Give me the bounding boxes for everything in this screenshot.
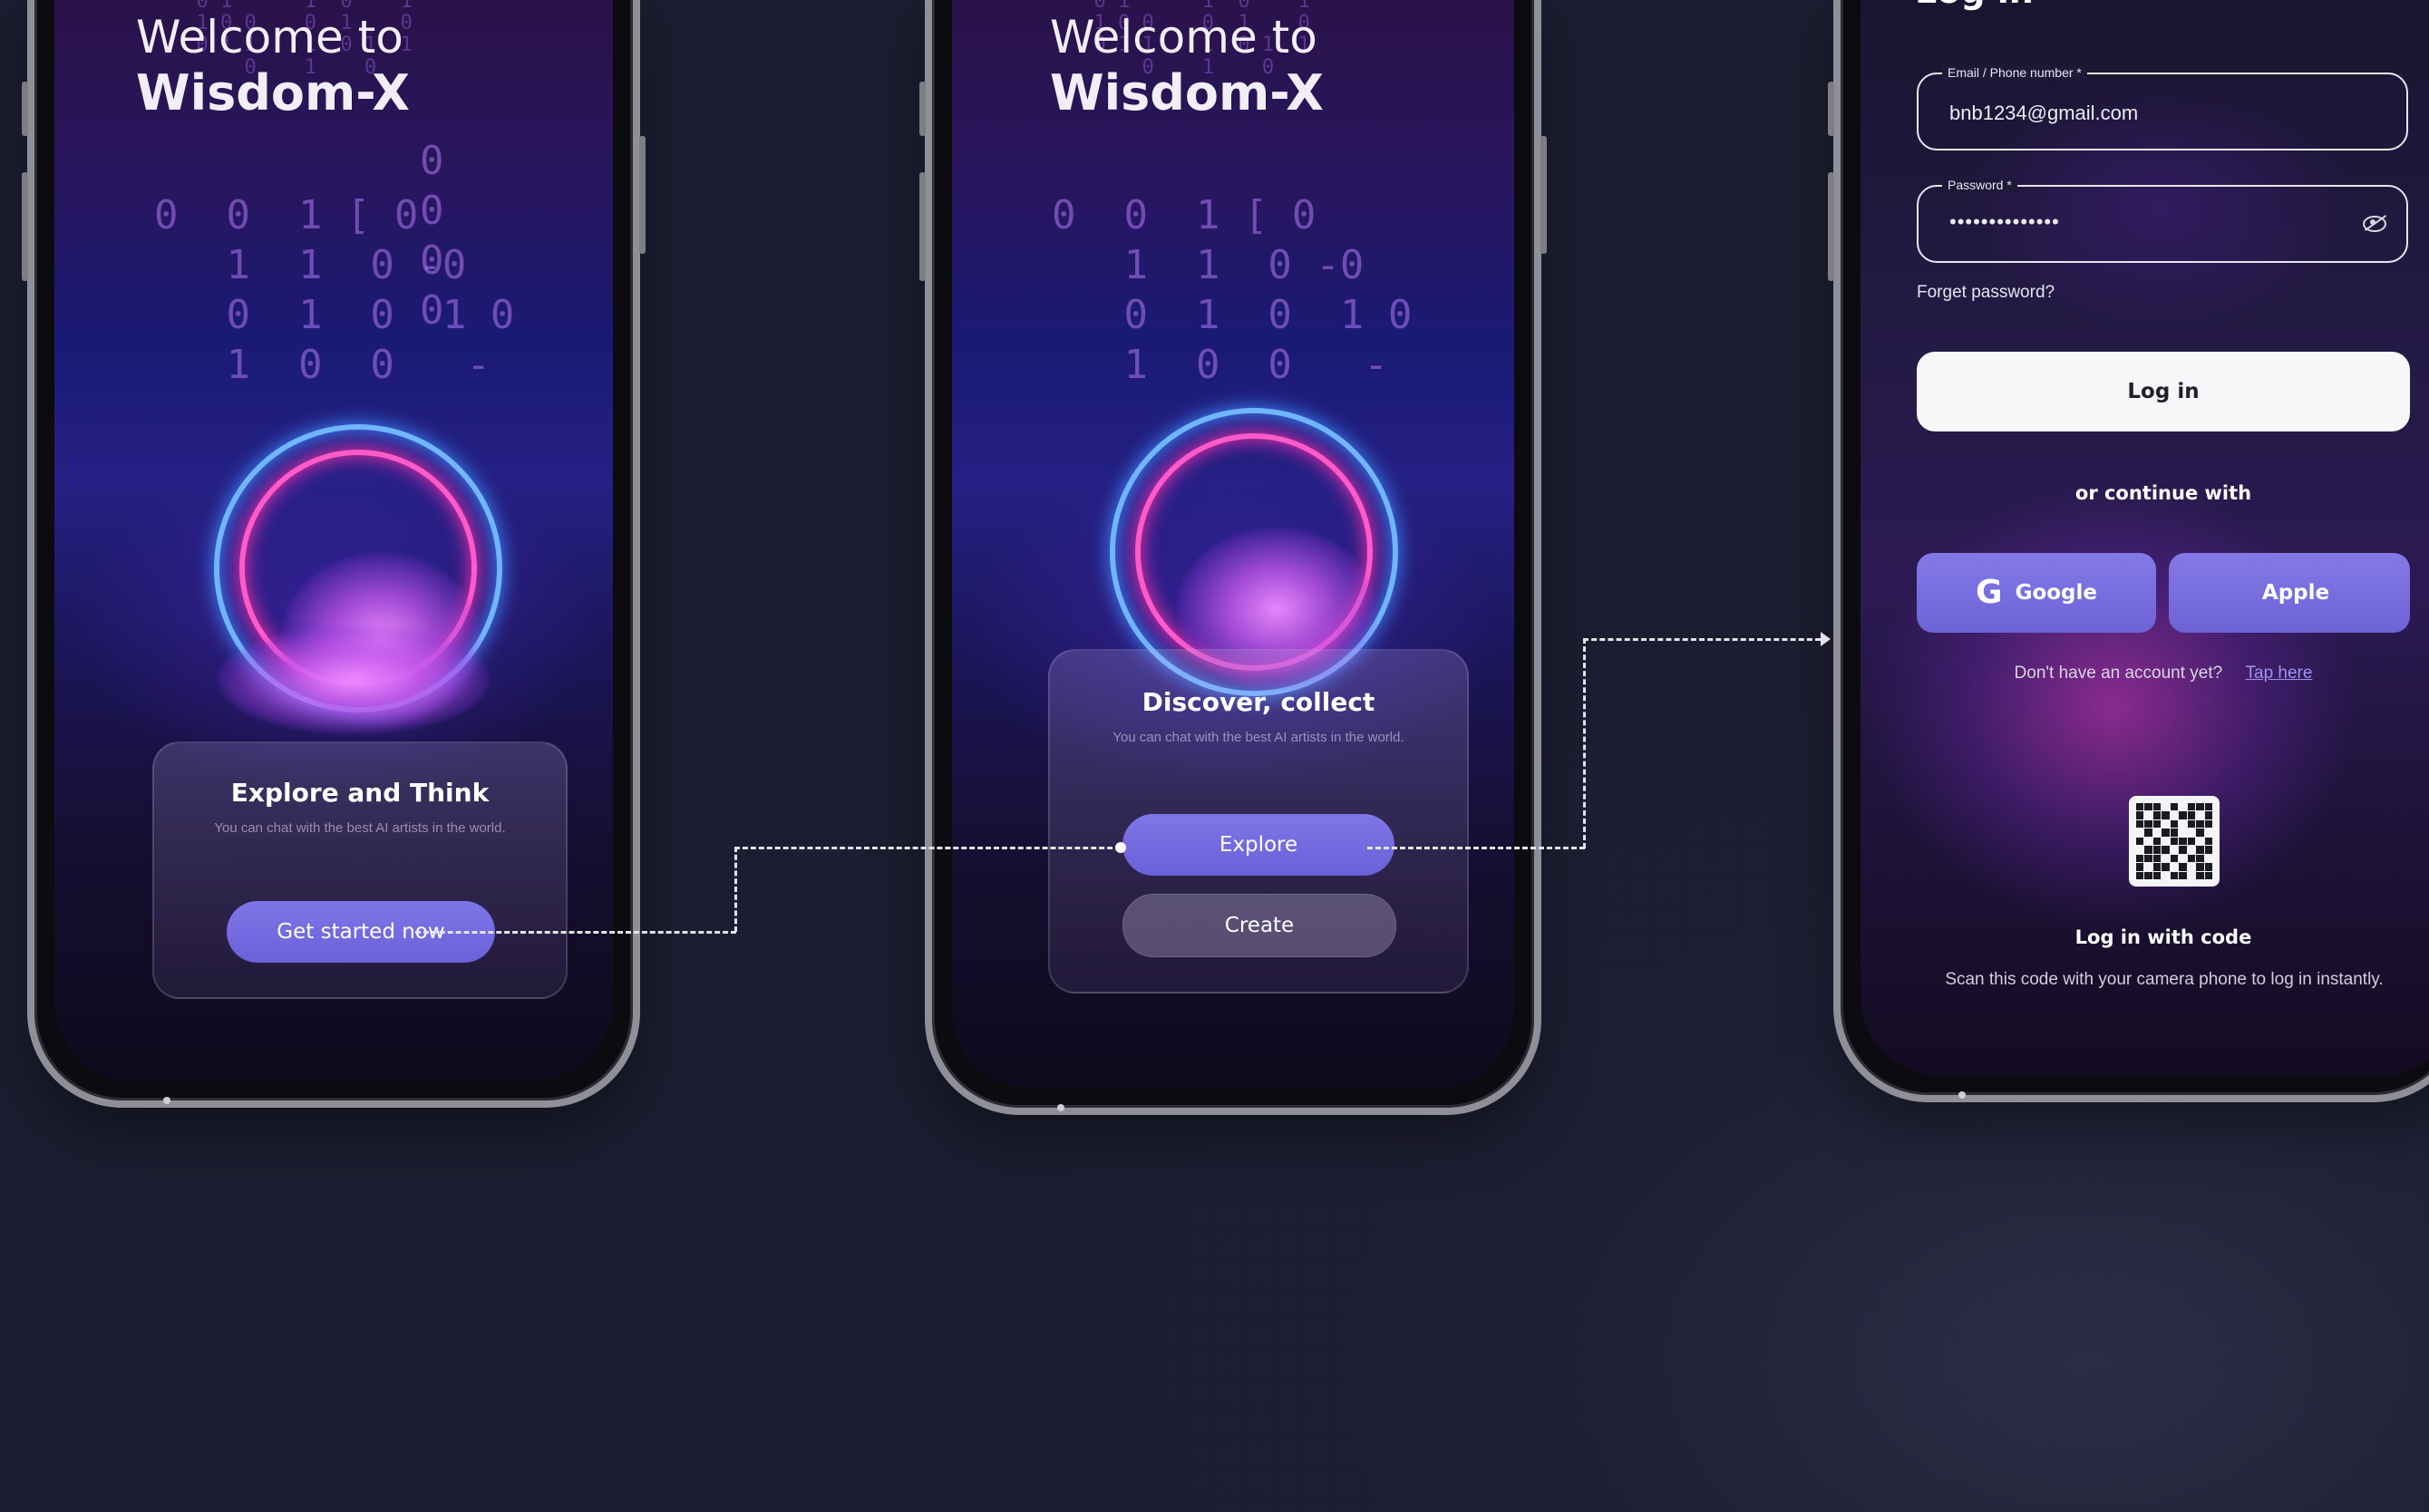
card-subtitle: You can chat with the best AI artists in… xyxy=(214,820,506,836)
login-with-code-title: Log in with code xyxy=(2074,926,2252,948)
explore-button[interactable]: Explore xyxy=(1122,814,1394,876)
email-field[interactable]: Email / Phone number * bnb1234@gmail.com xyxy=(1917,65,2408,150)
side-button xyxy=(919,82,926,136)
welcome-heading: Welcome to Wisdom-X xyxy=(1050,11,1324,122)
neon-portal-illustration xyxy=(199,417,508,734)
forgot-password-link[interactable]: Forget password? xyxy=(1917,283,2055,303)
connector-arrow-icon xyxy=(1821,632,1831,646)
side-button xyxy=(1828,82,1834,136)
email-value: bnb1234@gmail.com xyxy=(1949,102,2139,124)
phone-frame-login: Log in Email / Phone number * bnb1234@gm… xyxy=(1828,0,2429,1102)
side-button xyxy=(1828,172,1834,281)
google-label: Google xyxy=(2015,581,2097,605)
app-name: Wisdom-X xyxy=(136,64,410,121)
eye-off-icon[interactable] xyxy=(2363,216,2386,232)
binary-rain: 0 0 1 [ 0 1 1 0 -0 0 1 0 1 0 1 0 0 - xyxy=(1052,192,1413,388)
side-button xyxy=(639,136,646,254)
qr-code xyxy=(2129,796,2220,887)
flow-connector xyxy=(1367,847,1585,849)
onboarding-card: Explore and Think You can chat with the … xyxy=(152,741,568,999)
welcome-line1: Welcome to xyxy=(136,11,403,63)
frame-dot xyxy=(163,1097,170,1104)
card-subtitle: You can chat with the best AI artists in… xyxy=(1112,730,1404,745)
signup-prompt: Don't have an account yet? Tap here xyxy=(1917,664,2410,683)
login-screen: Log in Email / Phone number * bnb1234@gm… xyxy=(1861,0,2429,1075)
apple-button[interactable]: Apple xyxy=(2169,553,2410,633)
login-button[interactable]: Log in xyxy=(1917,352,2410,431)
apple-label: Apple xyxy=(2261,581,2330,605)
google-button[interactable]: G Google xyxy=(1917,553,2156,633)
no-account-text: Don't have an account yet? xyxy=(2014,664,2223,683)
flow-connector xyxy=(1583,638,1821,641)
phone-frame-discover: 0 1 1 0 1 1 0 0 0 1 0 0 1 1 1 0 1 1 0 1 … xyxy=(919,0,1547,1115)
side-button xyxy=(919,172,926,281)
flow-connector xyxy=(734,847,1121,849)
welcome-line1: Welcome to xyxy=(1050,11,1317,63)
or-continue-divider: or continue with xyxy=(2074,482,2252,504)
side-button xyxy=(22,172,28,281)
phone-frame-welcome: 0 1 1 0 1 1 0 0 0 1 0 0 1 1 1 0 1 1 0 1 … xyxy=(22,0,646,1108)
create-button[interactable]: Create xyxy=(1122,894,1396,957)
binary-rain: 0 0 0 0 xyxy=(419,138,444,334)
password-field[interactable]: Password * •••••••••••••• xyxy=(1917,178,2408,263)
frame-dot xyxy=(1057,1104,1064,1111)
connector-start-dot xyxy=(1115,842,1126,853)
card-title: Explore and Think xyxy=(230,778,490,808)
welcome-screen: 0 1 1 0 1 1 0 0 0 1 0 0 1 1 1 0 1 1 0 1 … xyxy=(54,0,613,1081)
flow-connector xyxy=(734,847,737,932)
login-title: Log in xyxy=(1915,0,2034,11)
flow-connector xyxy=(1583,638,1586,848)
login-with-code-description: Scan this code with your camera phone to… xyxy=(1945,970,2384,989)
onboarding-card: Discover, collect You can chat with the … xyxy=(1048,649,1469,993)
card-title: Discover, collect xyxy=(1142,687,1375,717)
app-name: Wisdom-X xyxy=(1050,64,1324,121)
discover-screen: 0 1 1 0 1 1 0 0 0 1 0 0 1 1 1 0 1 1 0 1 … xyxy=(952,0,1514,1088)
password-value: •••••••••••••• xyxy=(1949,210,2060,233)
tap-here-link[interactable]: Tap here xyxy=(2246,664,2313,683)
google-icon: G xyxy=(1976,574,2003,611)
welcome-heading: Welcome to Wisdom-X xyxy=(136,11,410,122)
side-button xyxy=(1540,136,1547,254)
side-button xyxy=(22,82,28,136)
frame-dot xyxy=(1958,1091,1966,1099)
flow-connector xyxy=(415,931,736,934)
password-label: Password * xyxy=(1942,178,2017,192)
email-label: Email / Phone number * xyxy=(1942,65,2087,80)
